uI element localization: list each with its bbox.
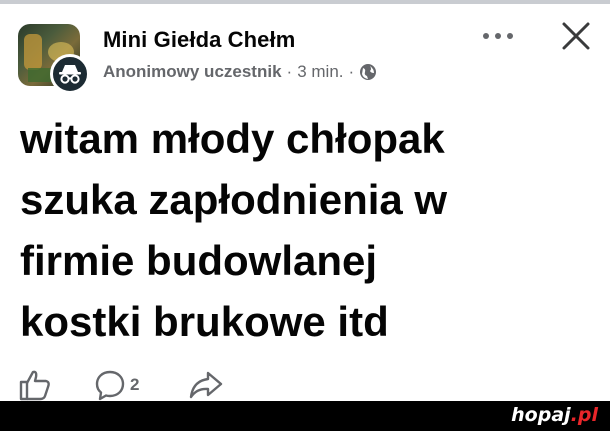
post-text-line: szuka zapłodnienia w — [20, 176, 448, 223]
comment-icon — [95, 370, 125, 401]
comment-button[interactable]: 2 — [94, 368, 139, 402]
post-text-line: kostki brukowe itd — [20, 298, 389, 345]
watermark-logo: hopaj.pl — [511, 404, 598, 426]
top-divider — [0, 0, 610, 4]
watermark-name: hopaj — [511, 404, 571, 426]
anonymous-avatar — [50, 54, 90, 94]
post-avatar-group[interactable] — [18, 24, 90, 94]
meta-separator: · — [286, 62, 293, 81]
footer-bar: hopaj.pl — [0, 401, 610, 431]
share-button[interactable] — [188, 368, 224, 402]
anonymous-user-icon — [59, 65, 81, 84]
more-options-button[interactable] — [478, 22, 518, 50]
comment-count[interactable]: 2 — [130, 375, 139, 395]
close-button[interactable] — [558, 18, 594, 54]
post-time[interactable]: 3 min. — [297, 62, 343, 82]
group-name[interactable]: Mini Giełda Chełm — [103, 27, 295, 53]
author-name[interactable]: Anonimowy uczestnik — [103, 62, 282, 82]
post-text-line: witam młody chłopak — [20, 115, 445, 162]
globe-icon — [360, 64, 377, 80]
thumbs-up-icon — [19, 370, 50, 401]
post-text-line: firmie budowlanej — [20, 237, 378, 284]
more-dots-icon — [483, 33, 513, 39]
share-icon — [189, 371, 223, 399]
post-actions: 2 — [18, 368, 278, 402]
watermark-tld: .pl — [570, 404, 598, 426]
post-body: witam młody chłopak szuka zapłodnienia w… — [20, 108, 590, 352]
like-button[interactable] — [18, 368, 52, 402]
close-icon — [562, 22, 590, 50]
post-meta: Anonimowy uczestnik · 3 min. · — [103, 62, 377, 82]
meta-separator-2: · — [348, 62, 355, 81]
